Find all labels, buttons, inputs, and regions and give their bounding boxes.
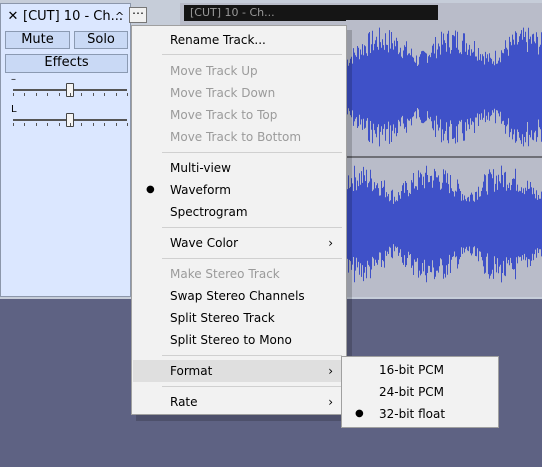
menu-item-swap-stereo-channels[interactable]: Swap Stereo Channels [133,285,345,307]
slider-tick [35,123,37,126]
submenu-arrow-icon: › [328,395,333,409]
gain-label: – [11,74,16,85]
solo-button[interactable]: Solo [74,31,128,49]
slider-tick [92,123,94,126]
slider-tick [24,123,26,126]
menu-separator [162,152,342,153]
slider-tick [127,93,128,96]
clip-title[interactable]: [CUT] 10 - Ch... [184,5,438,21]
menu-item-split-stereo-track[interactable]: Split Stereo Track [133,307,345,329]
slider-tick [47,93,49,96]
format-option-label: 32-bit float [379,407,446,421]
menu-item-move-track-to-top: Move Track to Top [133,104,345,126]
track-context-menu: Rename Track... Move Track Up Move Track D… [131,25,347,415]
slider-tick [104,123,106,126]
menu-item-rate[interactable]: Rate › [133,391,345,413]
menu-item-label: Rate [170,395,198,409]
menu-item-label: Swap Stereo Channels [170,289,305,303]
menu-item-label: Move Track Down [170,86,276,100]
menu-separator [162,386,342,387]
slider-tick [47,123,49,126]
format-option-16-bit-pcm[interactable]: 16-bit PCM [343,359,497,381]
waveform-channel-1 [346,27,542,147]
menu-item-label: Make Stereo Track [170,267,280,281]
slider-tick [70,93,71,96]
slider-tick [92,93,94,96]
slider-tick [13,93,14,96]
mute-button[interactable]: Mute [5,31,70,49]
slider-tick [115,93,117,96]
menu-item-spectrogram[interactable]: Spectrogram [133,201,345,223]
menu-item-multi-view[interactable]: Multi-view [133,157,345,179]
menu-item-label: Move Track Up [170,64,258,78]
menu-item-label: Waveform [170,183,231,197]
menu-item-waveform[interactable]: ● Waveform [133,179,345,201]
slider-tick [104,93,106,96]
waveform[interactable] [346,20,542,296]
slider-tick [58,123,60,126]
menu-item-label: Spectrogram [170,205,248,219]
menu-separator [162,54,342,55]
format-option-32-bit-float[interactable]: ● 32-bit float [343,403,497,425]
menu-item-format[interactable]: Format › [133,360,345,382]
slider-tick [81,93,83,96]
menu-item-label: Rename Track... [170,33,266,47]
checked-bullet-icon: ● [355,408,364,419]
menu-item-label: Move Track to Top [170,108,278,122]
format-option-label: 24-bit PCM [379,385,445,399]
slider-tick [127,123,128,126]
effects-button[interactable]: Effects [5,54,128,73]
submenu-arrow-icon: › [328,364,333,378]
menu-item-wave-color[interactable]: Wave Color › [133,232,345,254]
checked-bullet-icon: ● [146,184,155,195]
slider-tick [35,93,37,96]
format-option-label: 16-bit PCM [379,363,445,377]
menu-item-label: Split Stereo to Mono [170,333,292,347]
menu-item-move-track-to-bottom: Move Track to Bottom [133,126,345,148]
format-option-24-bit-pcm[interactable]: 24-bit PCM [343,381,497,403]
close-track-button[interactable]: ✕ [5,8,21,26]
menu-item-label: Wave Color [170,236,239,250]
slider-tick [70,123,71,126]
slider-tick [24,93,26,96]
slider-tick [115,123,117,126]
menu-item-label: Split Stereo Track [170,311,275,325]
menu-item-move-track-down: Move Track Down [133,82,345,104]
slider-tick [13,123,14,126]
menu-item-rename-track[interactable]: Rename Track... [133,29,345,51]
format-submenu: 16-bit PCM 24-bit PCM ● 32-bit float [341,356,499,428]
menu-separator [162,227,342,228]
slider-tick [58,93,60,96]
submenu-arrow-icon: › [328,236,333,250]
menu-item-label: Move Track to Bottom [170,130,302,144]
menu-item-move-track-up: Move Track Up [133,60,345,82]
menu-separator [162,355,342,356]
track-menu-button[interactable]: ⋯ [129,7,147,23]
pan-label: L [11,104,17,115]
menu-item-label: Format [170,364,213,378]
menu-item-make-stereo-track: Make Stereo Track [133,263,345,285]
track-control-panel[interactable]: ✕ [CUT] 10 - Ch... ^ Mute Solo Effects –… [0,3,131,297]
track-name-button[interactable]: [CUT] 10 - Ch... [23,8,123,26]
collapse-track-icon[interactable]: ^ [115,8,127,26]
menu-separator [162,258,342,259]
menu-item-split-stereo-to-mono[interactable]: Split Stereo to Mono [133,329,345,351]
slider-tick [81,123,83,126]
menu-item-label: Multi-view [170,161,231,175]
